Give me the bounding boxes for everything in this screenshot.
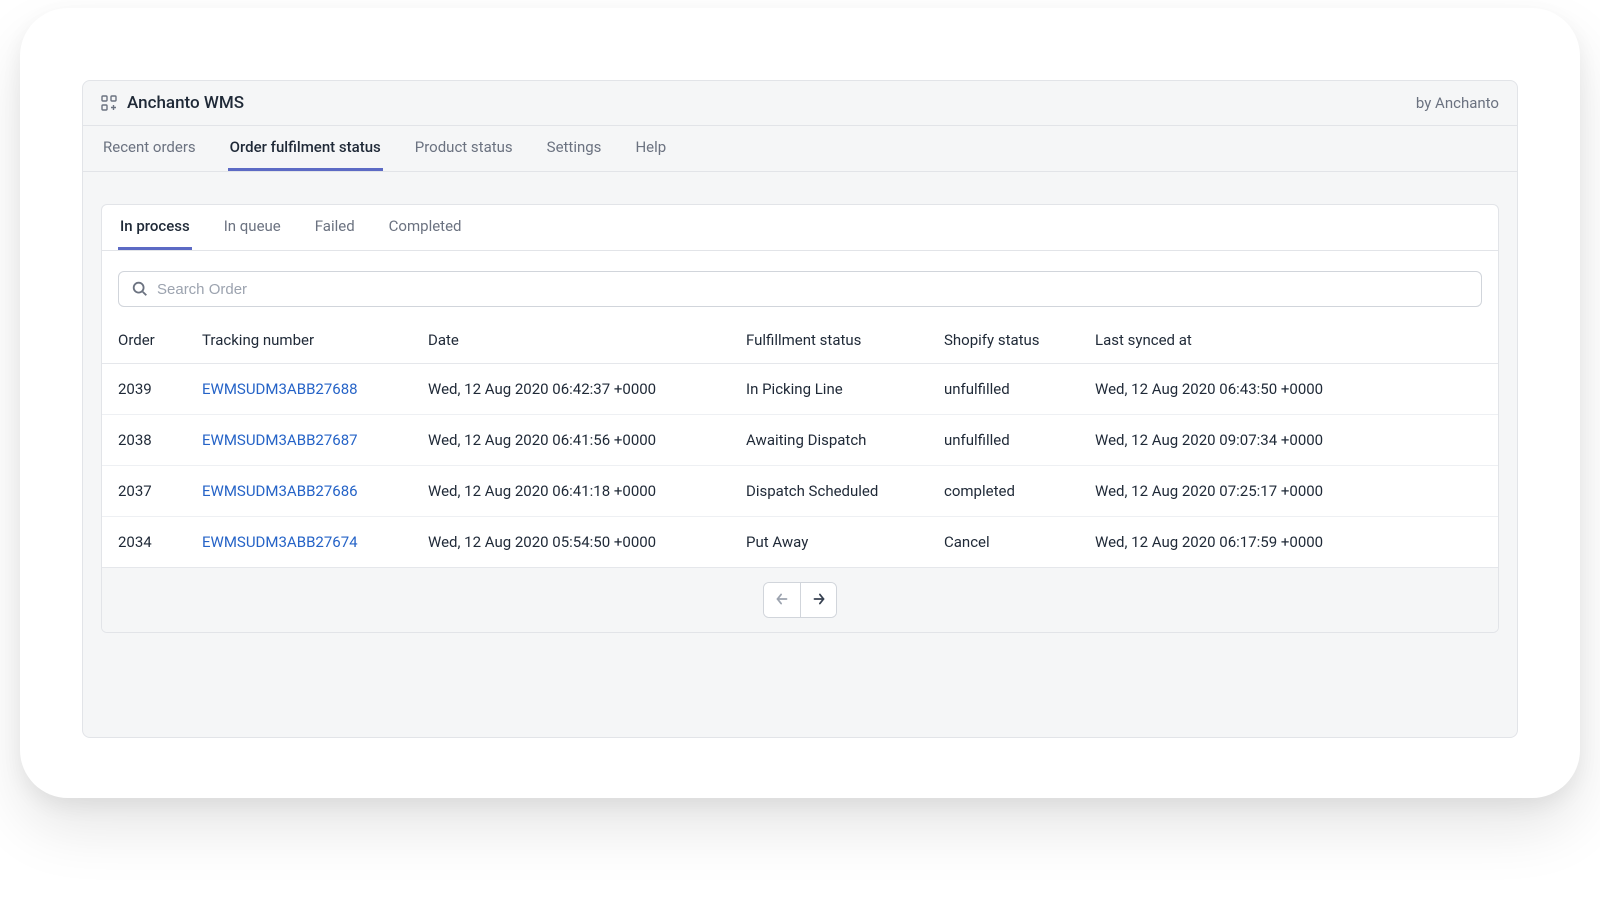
- cell-synced: Wed, 12 Aug 2020 07:25:17 +0000: [1079, 466, 1498, 517]
- cell-fulfillment: Put Away: [730, 517, 928, 568]
- subtab-failed[interactable]: Failed: [313, 205, 357, 250]
- table-row: 2038 EWMSUDM3ABB27687 Wed, 12 Aug 2020 0…: [102, 415, 1498, 466]
- content-area: In process In queue Failed Completed: [83, 172, 1517, 737]
- search-icon: [131, 280, 149, 298]
- cell-fulfillment: Awaiting Dispatch: [730, 415, 928, 466]
- col-synced: Last synced at: [1079, 315, 1498, 364]
- orders-card: In process In queue Failed Completed: [101, 204, 1499, 633]
- app-grid-icon: [101, 95, 117, 111]
- col-order: Order: [102, 315, 186, 364]
- app-byline: by Anchanto: [1416, 94, 1499, 112]
- cell-shopify: unfulfilled: [928, 364, 1079, 415]
- cell-shopify: unfulfilled: [928, 415, 1079, 466]
- cell-shopify: completed: [928, 466, 1079, 517]
- subtab-completed[interactable]: Completed: [387, 205, 464, 250]
- primary-tabs: Recent orders Order fulfilment status Pr…: [83, 126, 1517, 172]
- table-row: 2039 EWMSUDM3ABB27688 Wed, 12 Aug 2020 0…: [102, 364, 1498, 415]
- tab-help[interactable]: Help: [633, 126, 668, 171]
- search-input[interactable]: [157, 281, 1469, 298]
- tracking-link[interactable]: EWMSUDM3ABB27674: [202, 533, 358, 551]
- app-title: Anchanto WMS: [127, 93, 244, 113]
- col-date: Date: [412, 315, 730, 364]
- cell-shopify: Cancel: [928, 517, 1079, 568]
- cell-date: Wed, 12 Aug 2020 06:41:56 +0000: [412, 415, 730, 466]
- cell-order: 2034: [102, 517, 186, 568]
- pager-bar: [102, 567, 1498, 632]
- cell-date: Wed, 12 Aug 2020 05:54:50 +0000: [412, 517, 730, 568]
- cell-order: 2038: [102, 415, 186, 466]
- col-shopify: Shopify status: [928, 315, 1079, 364]
- pager-next-button[interactable]: [800, 583, 836, 617]
- tab-recent-orders[interactable]: Recent orders: [101, 126, 198, 171]
- table-row: 2037 EWMSUDM3ABB27686 Wed, 12 Aug 2020 0…: [102, 466, 1498, 517]
- title-bar: Anchanto WMS by Anchanto: [83, 81, 1517, 126]
- tab-order-fulfilment-status[interactable]: Order fulfilment status: [228, 126, 383, 171]
- status-tabs: In process In queue Failed Completed: [102, 205, 1498, 251]
- arrow-left-icon: [773, 590, 791, 611]
- app-panel: Anchanto WMS by Anchanto Recent orders O…: [82, 80, 1518, 738]
- cell-fulfillment: In Picking Line: [730, 364, 928, 415]
- arrow-right-icon: [810, 590, 828, 611]
- table-row: 2034 EWMSUDM3ABB27674 Wed, 12 Aug 2020 0…: [102, 517, 1498, 568]
- search-box[interactable]: [118, 271, 1482, 307]
- cell-order: 2039: [102, 364, 186, 415]
- cell-order: 2037: [102, 466, 186, 517]
- tab-settings[interactable]: Settings: [545, 126, 604, 171]
- orders-table: Order Tracking number Date Fulfillment s…: [102, 315, 1498, 567]
- table-header-row: Order Tracking number Date Fulfillment s…: [102, 315, 1498, 364]
- col-fulfillment: Fulfillment status: [730, 315, 928, 364]
- tracking-link[interactable]: EWMSUDM3ABB27688: [202, 380, 358, 398]
- cell-date: Wed, 12 Aug 2020 06:42:37 +0000: [412, 364, 730, 415]
- tracking-link[interactable]: EWMSUDM3ABB27686: [202, 482, 358, 500]
- pager-prev-button[interactable]: [764, 583, 800, 617]
- tab-product-status[interactable]: Product status: [413, 126, 515, 171]
- pager: [763, 582, 837, 618]
- subtab-in-queue[interactable]: In queue: [222, 205, 283, 250]
- app-window: Anchanto WMS by Anchanto Recent orders O…: [20, 8, 1580, 798]
- cell-date: Wed, 12 Aug 2020 06:41:18 +0000: [412, 466, 730, 517]
- cell-synced: Wed, 12 Aug 2020 06:17:59 +0000: [1079, 517, 1498, 568]
- subtab-in-process[interactable]: In process: [118, 205, 192, 250]
- cell-synced: Wed, 12 Aug 2020 09:07:34 +0000: [1079, 415, 1498, 466]
- cell-fulfillment: Dispatch Scheduled: [730, 466, 928, 517]
- col-tracking: Tracking number: [186, 315, 412, 364]
- tracking-link[interactable]: EWMSUDM3ABB27687: [202, 431, 358, 449]
- cell-synced: Wed, 12 Aug 2020 06:43:50 +0000: [1079, 364, 1498, 415]
